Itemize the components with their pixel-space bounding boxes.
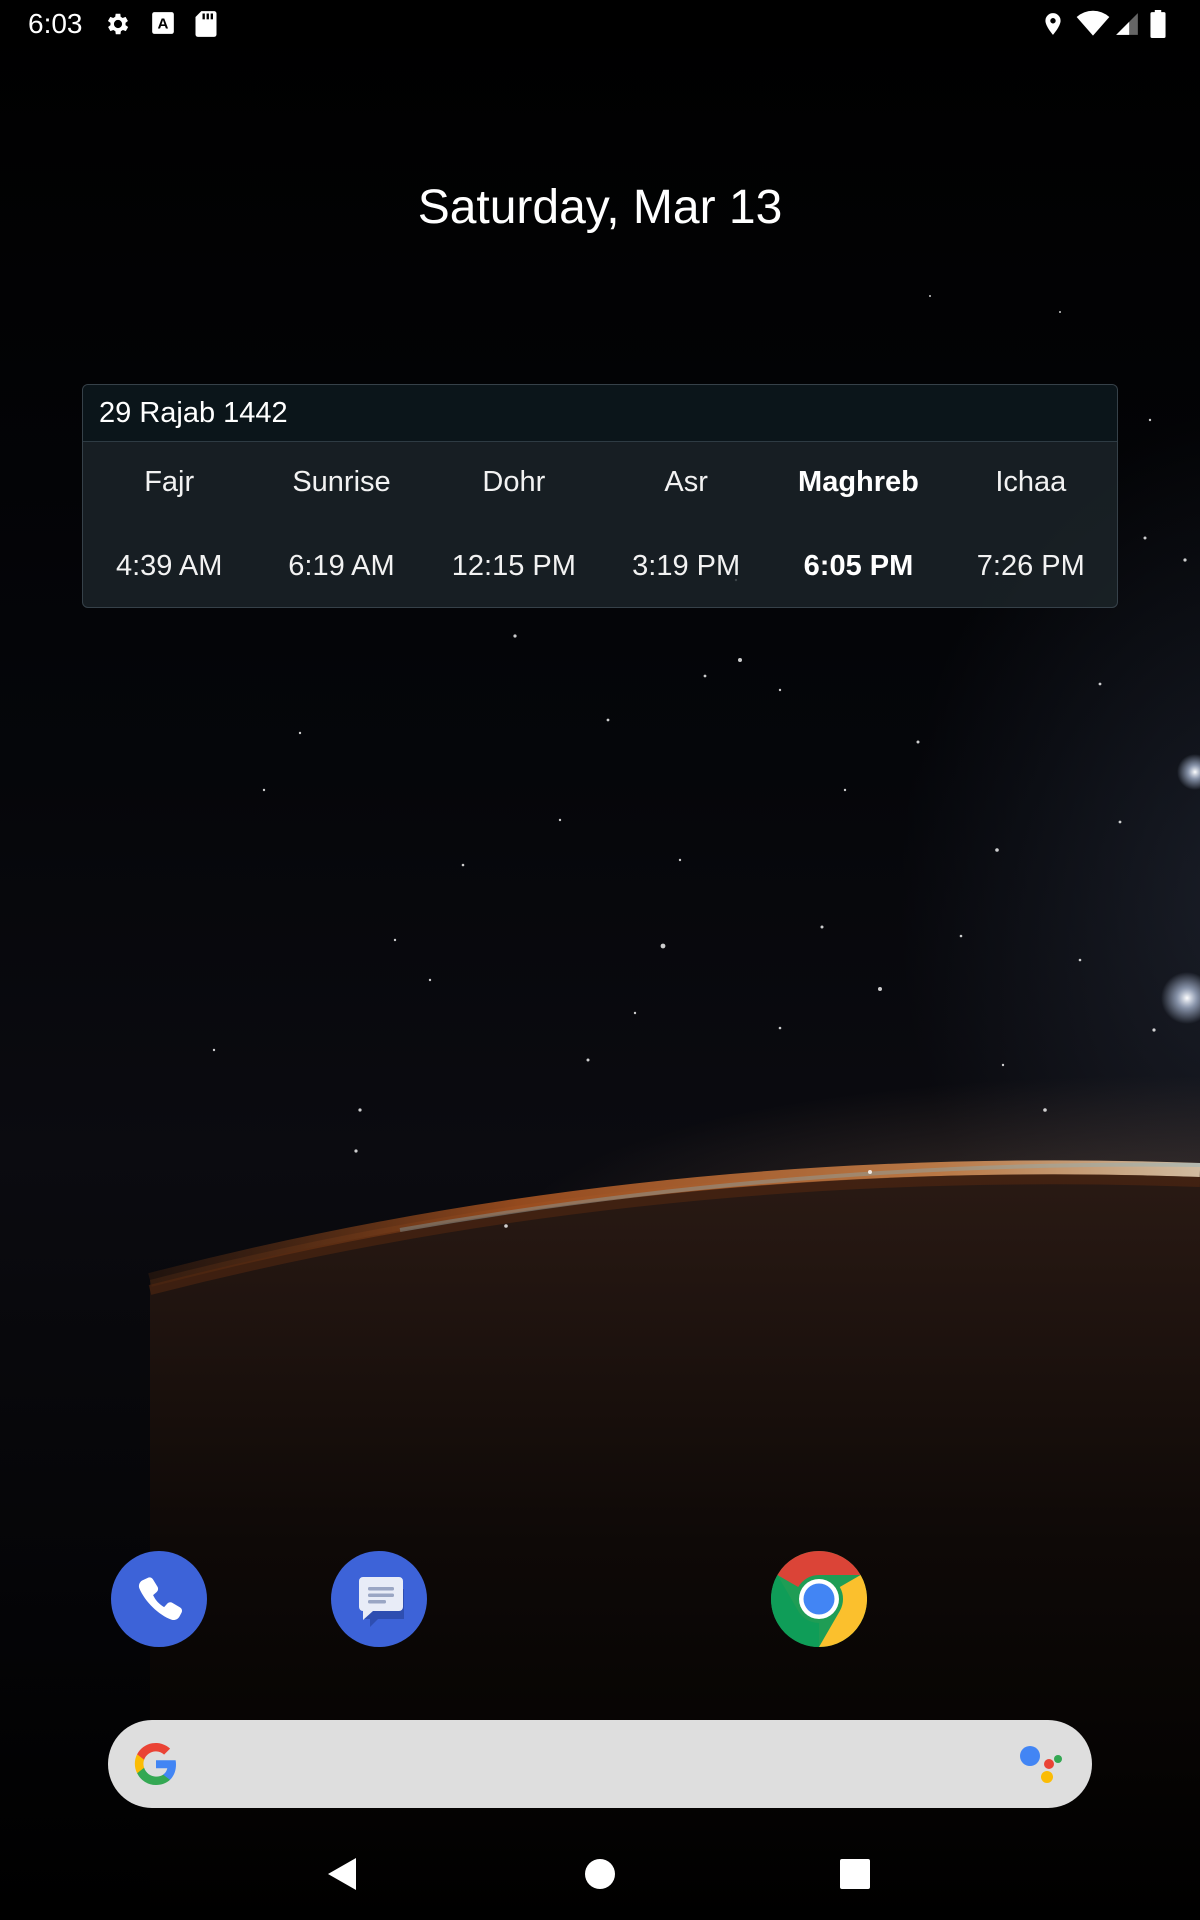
phone-app[interactable] <box>111 1551 207 1647</box>
svg-text:A: A <box>158 15 169 32</box>
chrome-app[interactable] <box>770 1551 868 1647</box>
prayer-name: Fajr <box>144 466 195 498</box>
prayer-time: 6:19 AM <box>288 550 395 582</box>
prayer-time: 3:19 PM <box>632 550 741 582</box>
hijri-date: 29 Rajab 1442 <box>99 396 288 429</box>
status-time: 6:03 <box>28 8 83 39</box>
prayer-time: 4:39 AM <box>115 550 223 582</box>
prayer-times-widget[interactable]: 29 Rajab 1442 Fajr 4:39 AM Sunrise 6:19 … <box>82 384 1118 608</box>
prayer-name: Sunrise <box>292 466 391 498</box>
google-g-icon[interactable] <box>132 1740 180 1793</box>
prayer-time: 7:26 PM <box>976 550 1085 582</box>
prayer-sunrise: Sunrise 6:19 AM <box>255 442 427 583</box>
prayer-name: Maghreb <box>798 466 919 498</box>
google-assistant-icon[interactable] <box>1016 1742 1064 1791</box>
back-icon[interactable] <box>322 1854 362 1899</box>
google-search-bar[interactable] <box>108 1720 1092 1808</box>
prayer-row: Fajr 4:39 AM Sunrise 6:19 AM Dohr 12:15 … <box>83 442 1117 583</box>
sd-card-icon <box>194 10 218 43</box>
prayer-time: 12:15 PM <box>451 550 576 582</box>
prayer-name: Dohr <box>482 466 546 498</box>
prayer-name: Asr <box>664 466 708 498</box>
prayer-asr: Asr 3:19 PM <box>600 442 772 583</box>
keyboard-a-icon: A <box>150 10 176 41</box>
phone-icon <box>138 1577 183 1620</box>
wifi-icon <box>1076 10 1110 43</box>
messages-icon <box>359 1577 404 1627</box>
recents-icon[interactable] <box>838 1854 872 1899</box>
home-icon[interactable] <box>584 1854 616 1899</box>
location-icon <box>1040 10 1066 43</box>
widget-header: 29 Rajab 1442 <box>83 385 1117 442</box>
messages-app[interactable] <box>331 1551 427 1647</box>
battery-icon <box>1150 10 1166 43</box>
chrome-icon <box>770 1551 868 1647</box>
gear-icon <box>104 10 132 43</box>
prayer-fajr: Fajr 4:39 AM <box>83 442 255 583</box>
status-bar[interactable]: 6:03 A <box>0 0 1200 48</box>
signal-icon <box>1114 10 1140 43</box>
date-widget[interactable]: Saturday, Mar 13 <box>0 180 1200 235</box>
prayer-maghreb-current: Maghreb 6:05 PM <box>772 442 944 583</box>
prayer-name: Ichaa <box>995 466 1067 498</box>
prayer-time: 6:05 PM <box>803 550 914 582</box>
prayer-ichaa: Ichaa 7:26 PM <box>945 442 1117 583</box>
prayer-dohr: Dohr 12:15 PM <box>428 442 600 583</box>
navigation-bar <box>0 1836 1200 1920</box>
